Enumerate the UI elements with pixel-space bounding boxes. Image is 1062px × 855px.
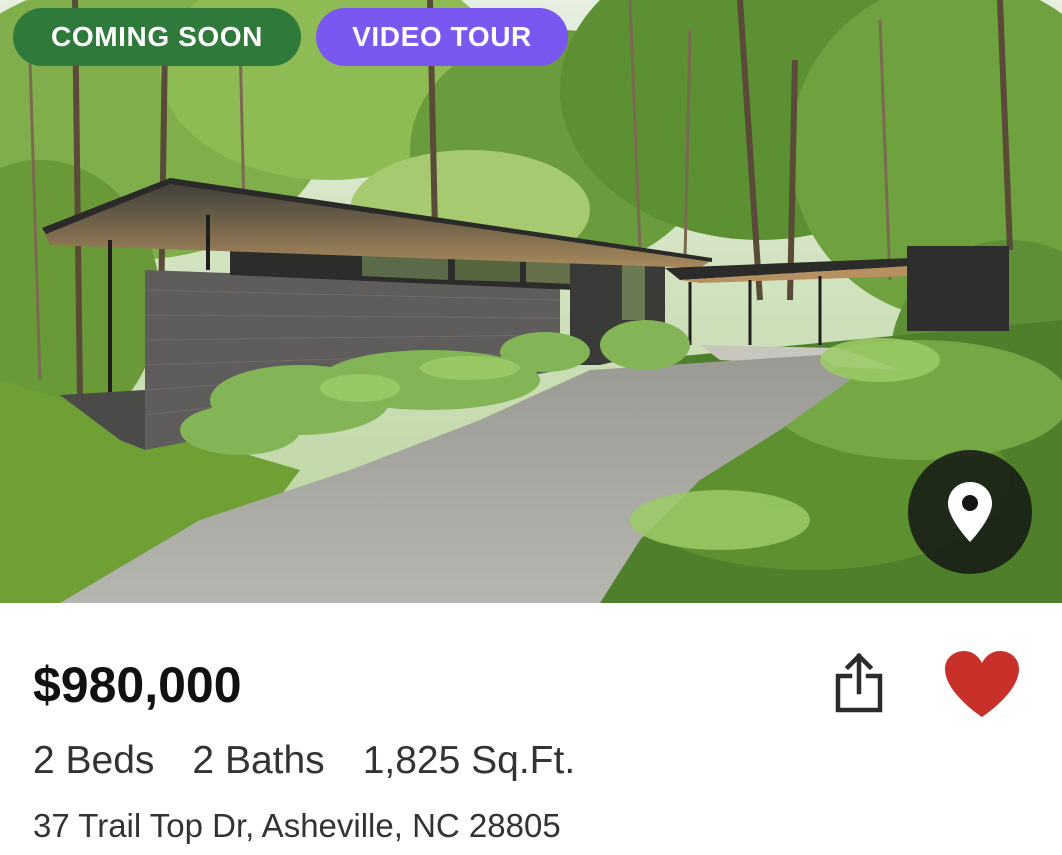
- coming-soon-badge[interactable]: COMING SOON: [13, 8, 301, 66]
- baths-count: 2 Baths: [192, 739, 325, 782]
- beds-count: 2 Beds: [33, 739, 155, 782]
- square-footage: 1,825 Sq.Ft.: [362, 739, 576, 782]
- video-tour-button[interactable]: VIDEO TOUR: [316, 8, 568, 66]
- listing-facts: 2 Beds 2 Baths 1,825 Sq.Ft.: [33, 737, 575, 785]
- house-photo-illustration: [0, 0, 1062, 603]
- listing-price: $980,000: [33, 657, 242, 713]
- favorite-button[interactable]: [940, 648, 1024, 720]
- heart-icon: [945, 651, 1019, 717]
- listing-photo[interactable]: COMING SOON VIDEO TOUR: [0, 0, 1062, 603]
- map-pin-icon: [948, 482, 992, 542]
- map-button[interactable]: [908, 450, 1032, 574]
- listing-card[interactable]: COMING SOON VIDEO TOUR $980,000 2 Beds 2…: [0, 0, 1062, 855]
- share-button[interactable]: [830, 650, 888, 716]
- share-icon: [835, 652, 883, 713]
- listing-address[interactable]: 37 Trail Top Dr, Asheville, NC 28805: [33, 806, 561, 846]
